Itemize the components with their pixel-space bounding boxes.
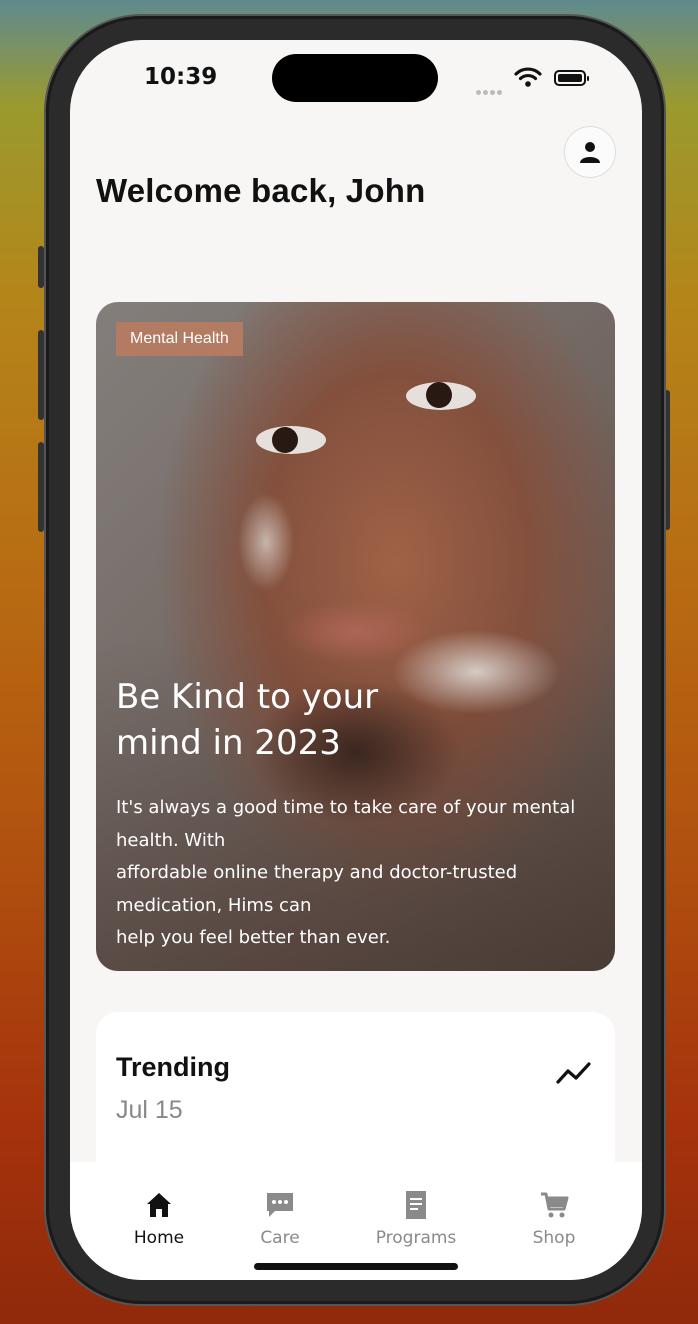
tab-programs[interactable]: Programs xyxy=(356,1190,476,1248)
document-icon xyxy=(406,1191,426,1219)
category-tag[interactable]: Mental Health xyxy=(116,322,243,356)
battery-icon xyxy=(554,70,589,86)
wifi-icon xyxy=(514,67,542,87)
trending-up-icon xyxy=(556,1062,591,1084)
hero-description: It's always a good time to take care of … xyxy=(116,797,576,948)
power-button xyxy=(664,390,670,530)
chat-icon xyxy=(267,1193,293,1217)
page-title: Welcome back, John xyxy=(96,172,426,209)
cart-icon xyxy=(541,1192,569,1218)
hero-title: Be Kind to your mind in 2023 xyxy=(116,677,379,763)
tab-care-label: Care xyxy=(260,1228,300,1248)
user-icon xyxy=(580,142,600,163)
trending-date: Jul 15 xyxy=(116,1096,183,1124)
featured-article-card[interactable]: Mental Health Be Kind to your mind in 20… xyxy=(96,302,615,971)
status-bar: 10:39 xyxy=(70,40,642,120)
tab-shop-label: Shop xyxy=(532,1228,576,1248)
tab-programs-label: Programs xyxy=(375,1228,457,1248)
trending-title: Trending xyxy=(116,1052,230,1082)
tab-shop[interactable]: Shop xyxy=(494,1190,614,1248)
cellular-signal-icon xyxy=(476,80,504,99)
tab-care[interactable]: Care xyxy=(220,1190,340,1248)
home-icon xyxy=(147,1193,171,1217)
volume-down-button xyxy=(38,442,44,532)
dynamic-island xyxy=(272,54,438,102)
tab-home-label: Home xyxy=(133,1228,185,1248)
action-button xyxy=(38,246,44,288)
app-screen: 10:39 Welcome back, John Mental Health B… xyxy=(70,40,642,1280)
volume-up-button xyxy=(38,330,44,420)
profile-button[interactable] xyxy=(564,126,616,178)
status-time: 10:39 xyxy=(144,64,218,90)
home-indicator[interactable] xyxy=(254,1263,458,1270)
tab-home[interactable]: Home xyxy=(99,1190,219,1248)
